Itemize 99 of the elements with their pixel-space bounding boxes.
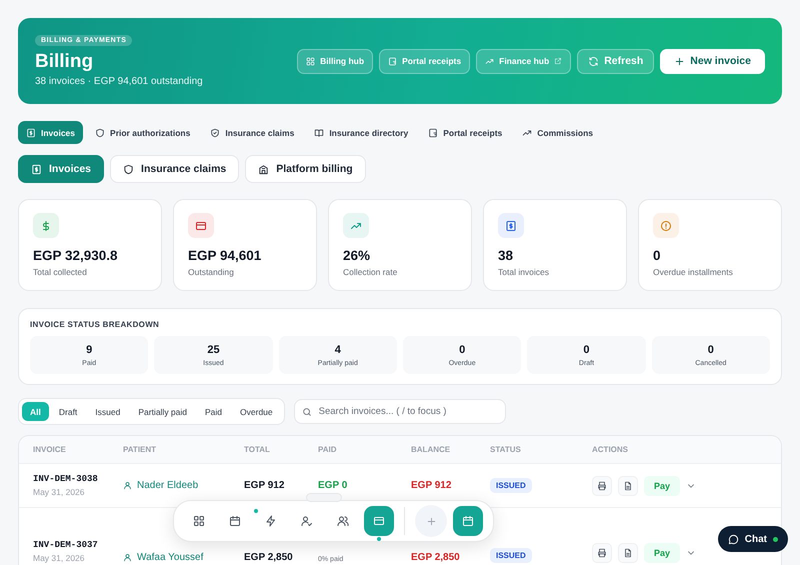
card-icon — [195, 220, 207, 232]
total-amount: EGP 912 — [244, 480, 286, 491]
book-icon — [314, 128, 324, 138]
user-icon — [123, 481, 132, 490]
shield-check-icon — [210, 128, 220, 138]
active-dot — [377, 537, 381, 541]
status-badge: ISSUED — [490, 478, 532, 493]
calendar-button[interactable] — [453, 506, 483, 536]
stat-label: Collection rate — [343, 267, 398, 277]
nav-tab[interactable]: Invoices — [18, 121, 84, 144]
stat-value: 38 — [498, 248, 514, 263]
nav-tab[interactable]: Prior authorizations — [87, 121, 198, 144]
page-subtitle: 38 invoices · EGP 94,601 outstanding — [35, 76, 203, 87]
column-header: TOTAL — [244, 445, 271, 454]
users-icon — [337, 515, 349, 527]
receipt-icon — [388, 56, 398, 66]
document-button[interactable] — [618, 543, 638, 563]
external-link-icon — [554, 57, 562, 65]
column-header: ACTIONS — [592, 445, 629, 454]
status-badge: ISSUED — [490, 548, 532, 563]
calendar-icon — [462, 515, 474, 527]
stat-label: Total invoices — [498, 267, 550, 277]
paid-amount: EGP 0 — [318, 480, 348, 491]
document-icon — [623, 480, 633, 490]
building-icon — [258, 164, 270, 174]
nav-tab[interactable]: Insurance claims — [202, 121, 302, 144]
invoice-icon — [31, 164, 42, 174]
status-count: 9 — [86, 344, 92, 356]
document-button[interactable] — [618, 476, 638, 496]
lightning-icon — [265, 515, 277, 527]
shield-icon — [123, 164, 134, 174]
invoice-icon — [505, 220, 517, 232]
user-icon — [123, 553, 132, 562]
printer-icon — [597, 480, 607, 490]
filter-chip[interactable]: Issued — [87, 402, 128, 421]
page-title: Billing — [35, 51, 94, 73]
receipt-icon — [428, 128, 438, 138]
print-button[interactable] — [592, 476, 612, 496]
stat-value: EGP 32,930.8 — [33, 248, 119, 263]
printer-icon — [597, 548, 607, 558]
total-amount: EGP 2,850 — [244, 552, 294, 563]
nav-tab[interactable]: Portal receipts — [420, 121, 510, 144]
status-count: 25 — [207, 344, 220, 356]
chat-bubble-icon — [728, 534, 739, 544]
stat-value: 0 — [653, 248, 662, 263]
stat-label: Total collected — [33, 267, 88, 277]
calendar-icon — [229, 515, 241, 527]
invoice-date: May 31, 2026 — [33, 487, 86, 497]
filter-chip[interactable]: Overdue — [232, 402, 281, 421]
sub-tab[interactable]: Invoices — [18, 155, 104, 183]
filter-chip[interactable]: Draft — [50, 402, 86, 421]
section-heading: INVOICE STATUS BREAKDOWN — [30, 320, 160, 329]
invoice-date: May 31, 2026 — [33, 553, 86, 563]
status-count: 4 — [334, 344, 341, 356]
search-icon — [302, 407, 312, 417]
grid-icon — [306, 56, 316, 66]
nav-tab[interactable]: Insurance directory — [306, 121, 416, 144]
chat-button[interactable]: Chat — [718, 526, 788, 552]
invoice-number: INV-DEM-3038 — [33, 474, 99, 484]
column-header: BALANCE — [411, 445, 452, 454]
notification-dot — [254, 509, 258, 513]
plus-icon — [674, 56, 686, 66]
shield-icon — [95, 128, 106, 138]
print-button[interactable] — [592, 543, 612, 563]
filter-chip[interactable]: Partially paid — [130, 402, 196, 421]
grid-icon — [193, 515, 205, 527]
patient-link[interactable]: Wafaa Youssef — [123, 552, 244, 563]
stat-value: 26% — [343, 248, 372, 263]
nav-tab[interactable]: Commissions — [514, 121, 602, 144]
trend-icon — [485, 56, 494, 66]
alert-icon — [660, 220, 672, 232]
filter-chip[interactable]: Paid — [197, 402, 230, 421]
column-header: INVOICE — [33, 445, 67, 454]
patient-link[interactable]: Nader Eldeeb — [123, 480, 244, 491]
balance-amount: EGP 912 — [411, 480, 452, 491]
sub-tab[interactable]: Insurance claims — [110, 155, 240, 183]
column-header: PAID — [318, 445, 338, 454]
card-icon — [373, 515, 385, 527]
user-check-icon — [301, 515, 313, 527]
header-button[interactable]: New invoice — [660, 48, 765, 74]
plus-icon — [426, 516, 436, 526]
refresh-icon — [588, 56, 600, 66]
status-count: 0 — [583, 344, 590, 356]
status-count: 0 — [459, 344, 466, 356]
balance-amount: EGP 2,850 — [411, 552, 461, 563]
drag-handle[interactable] — [306, 493, 342, 502]
invoice-number: INV-DEM-3037 — [33, 540, 99, 550]
column-header: PATIENT — [123, 445, 158, 454]
sub-tab[interactable]: Platform billing — [245, 155, 366, 183]
stat-label: Overdue installments — [653, 267, 734, 277]
stat-value: EGP 94,601 — [188, 248, 262, 263]
dollar-icon — [40, 220, 52, 232]
invoice-icon — [26, 128, 36, 138]
trend-icon — [522, 128, 532, 138]
search-field[interactable]: Search invoices... ( / to focus ) — [294, 399, 506, 424]
stat-label: Outstanding — [188, 267, 235, 277]
status-count: 0 — [708, 344, 714, 356]
document-icon — [623, 548, 633, 558]
column-header: STATUS — [490, 445, 522, 454]
